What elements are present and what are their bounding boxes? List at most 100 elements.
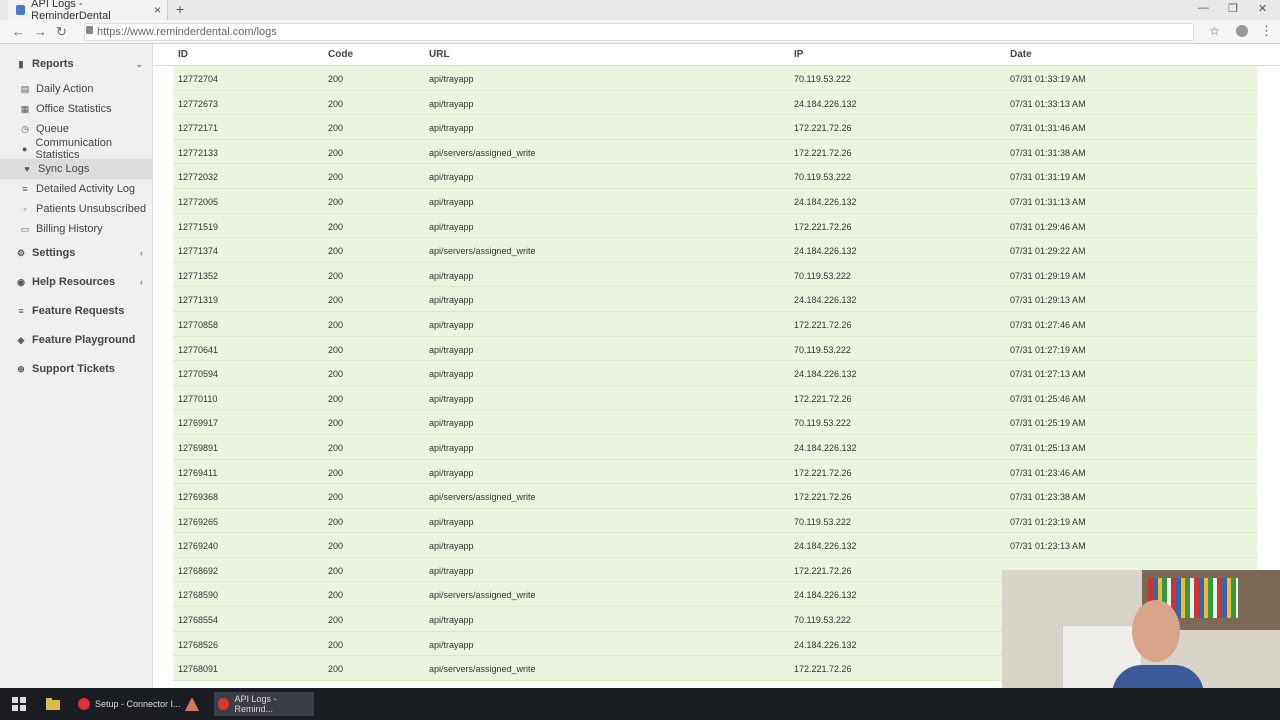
chart-icon: ▦ [20, 103, 30, 114]
cell-code: 200 [328, 98, 344, 109]
cell-code: 200 [328, 492, 344, 503]
column-header-url[interactable]: URL [429, 49, 450, 60]
taskbar-task-label: API Logs - Remind... [234, 694, 277, 714]
profile-avatar[interactable] [1236, 25, 1248, 37]
cell-date: 07/31 01:33:13 AM [1010, 98, 1086, 109]
windows-start-icon[interactable] [11, 696, 27, 712]
table-row: 12769265 200 api/trayapp 70.119.53.222 07/31… [173, 508, 1257, 534]
cell-id: 12772704 [178, 74, 219, 84]
sidebar-item-queue[interactable]: ◷ Queue [0, 119, 153, 139]
cell-code: 200 [328, 369, 344, 380]
column-header-date[interactable]: Date [1010, 49, 1032, 60]
cell-date: 07/31 01:23:38 AM [1010, 492, 1086, 503]
cell-ip: 24.184.226.132 [794, 246, 857, 257]
sidebar-item-label: Detailed Activity Log [36, 183, 136, 195]
cell-code: 200 [328, 270, 344, 281]
cell-ip: 70.119.53.222 [794, 74, 851, 84]
cell-code: 200 [328, 172, 344, 183]
cell-id: 12769917 [178, 418, 219, 429]
forward-icon[interactable]: → [34, 24, 47, 39]
cell-date: 07/31 01:29:19 AM [1010, 270, 1086, 281]
cell-url: api/trayapp [429, 172, 474, 183]
cell-date: 07/31 01:33:19 AM [1010, 74, 1086, 84]
sidebar-item-patients-unsubscribed[interactable]: ▫ Patients Unsubscribed [0, 199, 153, 219]
cell-code: 200 [328, 590, 344, 601]
cell-date: 07/31 01:31:19 AM [1010, 172, 1086, 183]
cell-id: 12770594 [178, 369, 219, 380]
column-header-id[interactable]: ID [178, 49, 188, 60]
sidebar-item-billing-history[interactable]: ▭ Billing History [0, 219, 153, 239]
file-icon: ▫ [23, 204, 27, 214]
cell-id: 12768692 [178, 565, 219, 576]
cell-ip: 24.184.226.132 [794, 590, 857, 601]
url-input[interactable]: https://www.reminderdental.com/logs [84, 23, 1194, 41]
lock-icon [86, 26, 93, 34]
cell-code: 200 [328, 221, 344, 232]
window-close-icon[interactable]: ✕ [1258, 2, 1267, 15]
cell-date: 07/31 01:27:13 AM [1010, 369, 1086, 380]
taskbar-task-api-logs[interactable]: API Logs - Remind... [214, 692, 314, 716]
cell-date: 07/31 01:25:46 AM [1010, 393, 1086, 404]
sidebar-item-label: Reports [32, 58, 74, 70]
sidebar-item-feature-requests[interactable]: ≡ Feature Requests [0, 301, 153, 321]
sidebar-item-office-statistics[interactable]: ▦ Office Statistics [0, 99, 153, 119]
cell-code: 200 [328, 295, 344, 306]
cell-url: api/servers/assigned_write [429, 147, 536, 158]
sidebar-item-sync-logs[interactable]: ♥ Sync Logs [0, 159, 153, 179]
comment-icon: ● [22, 144, 28, 154]
sidebar-item-help-resources[interactable]: ◉ Help Resources ‹ [0, 272, 153, 292]
sidebar-item-reports[interactable]: ▮ Reports ⌄ [0, 54, 153, 74]
back-icon[interactable]: ← [12, 24, 25, 39]
cell-id: 12770858 [178, 319, 219, 330]
table-row: 12772032 200 api/trayapp 70.119.53.222 07/31… [173, 164, 1257, 189]
sidebar-item-label: Feature Requests [32, 305, 125, 317]
sidebar-item-support-tickets[interactable]: ⊕ Support Tickets [0, 359, 153, 379]
column-header-code[interactable]: Code [328, 49, 353, 60]
cell-date: 07/31 01:31:13 AM [1010, 196, 1086, 207]
sidebar-item-daily-action[interactable]: ▤ Daily Action [0, 79, 153, 99]
sidebar-item-label: Support Tickets [32, 363, 115, 375]
cell-code: 200 [328, 615, 344, 626]
close-tab-icon[interactable]: × [154, 3, 161, 17]
browser-menu-icon[interactable]: ⋮ [1260, 23, 1273, 39]
sidebar-item-communication-statistics[interactable]: ● Communication Statistics [0, 137, 153, 161]
restore-icon[interactable]: ❐ [1228, 2, 1238, 15]
sidebar-item-label: Communication Statistics [35, 137, 112, 161]
cell-date: 07/31 01:23:46 AM [1010, 467, 1086, 478]
reload-icon[interactable]: ↻ [56, 24, 67, 40]
cell-url: api/servers/assigned_write [429, 246, 536, 257]
webcam-person-head [1132, 600, 1180, 662]
cell-date: 07/31 01:31:46 AM [1010, 123, 1086, 134]
cell-ip: 70.119.53.222 [794, 516, 851, 527]
cell-date: 07/31 01:29:13 AM [1010, 295, 1086, 306]
cell-code: 200 [328, 418, 344, 429]
browser-tabbar: API Logs - ReminderDental × + — ❐ ✕ [0, 0, 1280, 22]
table-row: 12771374 200 api/servers/assigned_write 24.… [173, 238, 1257, 263]
bookmark-star-icon[interactable]: ☆ [1209, 24, 1220, 38]
cell-code: 200 [328, 123, 344, 134]
minimize-icon[interactable]: — [1198, 2, 1209, 14]
cell-url: api/servers/assigned_write [429, 590, 536, 601]
cell-url: api/trayapp [429, 270, 474, 281]
app-icon[interactable] [184, 696, 200, 712]
folder-icon[interactable] [45, 696, 61, 712]
cell-ip: 70.119.53.222 [794, 172, 851, 183]
list-icon: ≡ [18, 306, 24, 316]
new-tab-icon[interactable]: + [176, 1, 184, 17]
os-taskbar: Setup - Connector I... API Logs - Remind… [0, 688, 1280, 720]
cell-id: 12771374 [178, 246, 219, 257]
sidebar-item-detailed-activity-log[interactable]: ≡ Detailed Activity Log [0, 179, 153, 199]
cell-url: api/trayapp [429, 516, 474, 527]
cell-url: api/trayapp [429, 418, 474, 429]
sidebar-item-feature-playground[interactable]: ◈ Feature Playground [0, 330, 153, 350]
column-header-ip[interactable]: IP [794, 49, 803, 60]
sidebar-item-label: Feature Playground [32, 334, 136, 346]
browser-tab[interactable]: API Logs - ReminderDental × [8, 0, 168, 22]
cell-date: 07/31 01:29:22 AM [1010, 246, 1086, 257]
cell-code: 200 [328, 516, 344, 527]
tab-title: API Logs - ReminderDental [31, 0, 111, 22]
sidebar-item-label: Office Statistics [36, 103, 112, 115]
sidebar-item-settings[interactable]: ⚙ Settings ‹ [0, 243, 153, 263]
cell-ip: 172.221.72.26 [794, 393, 852, 404]
cell-ip: 24.184.226.132 [794, 369, 857, 380]
